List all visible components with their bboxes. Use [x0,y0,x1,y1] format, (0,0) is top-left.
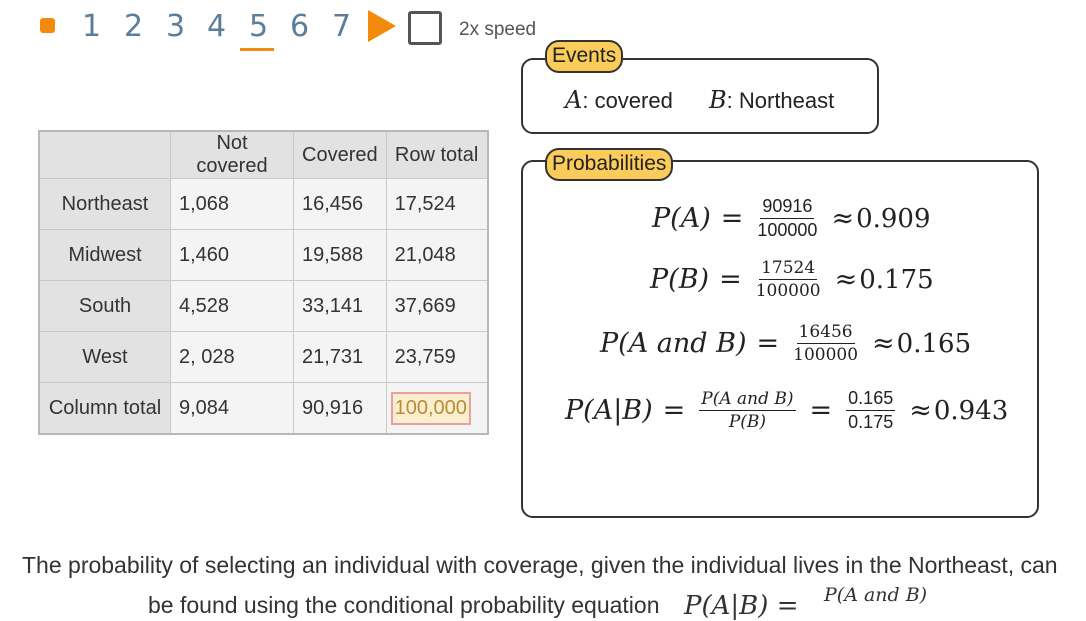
pa-fraction: 90916 100000 [757,196,817,241]
equals-sign: = [662,395,686,426]
table-cell: 90,916 [293,382,387,435]
pab-fraction: 16456 100000 [793,322,858,365]
column-header: Covered [293,130,387,179]
table-header-row: Not covered Covered Row total [38,130,489,179]
pa-denominator: 100000 [757,220,818,240]
pagb-lhs: P(A|B) [565,395,653,426]
table-row: West 2, 028 21,731 23,759 [38,331,489,383]
pab-lhs: P(A and B) [600,328,747,359]
probabilities-badge: Probabilities [545,148,674,181]
contingency-table: Not covered Covered Row total Northeast … [38,130,489,435]
stop-icon[interactable] [40,18,55,33]
table-cell: 33,141 [293,280,387,332]
pab-value: 0.165 [896,328,972,359]
step-navigation: 1 2 3 4 5 6 7 2x speed [0,0,560,56]
event-b: B: Northeast [709,86,834,114]
step-3[interactable]: 3 [166,8,185,46]
equation-pagb: P(A|B) = P(A and B) P(B) = 0.165 0.175 ≈… [565,388,1008,433]
table-cell: 37,669 [385,280,489,332]
pagb-value: 0.943 [933,395,1009,426]
explanation-line-1: The probability of selecting an individu… [22,552,1058,578]
pab-numerator: 16456 [796,322,855,344]
equation-pab: P(A and B) = 16456 100000 ≈ 0.165 [600,322,971,365]
table-row: Column total 9,084 90,916 100,000 [38,382,489,435]
equation-pa: P(A) = 90916 100000 ≈ 0.909 [652,196,931,241]
table-cell: 9,084 [170,382,294,435]
step-1[interactable]: 1 [82,8,101,46]
pa-value: 0.909 [856,203,931,234]
pa-numerator: 90916 [760,196,815,219]
table-cell: 23,759 [385,331,489,383]
table-cell: 1,068 [170,178,294,230]
explanation-line-2: be found using the conditional probabili… [148,592,660,618]
table-row: Midwest 1,460 19,588 21,048 [38,229,489,281]
event-a: A: covered [565,86,673,114]
equals-sign: = [720,203,744,234]
pagb-fraction-symbolic: P(A and B) P(B) [699,389,796,432]
pagb-fraction-numeric: 0.165 0.175 [846,388,896,433]
equals-sign: = [756,328,780,359]
row-header: Column total [38,382,171,435]
row-header: West [38,331,171,383]
table-corner [38,130,171,179]
step-5[interactable]: 5 [249,8,268,46]
play-icon[interactable] [368,10,396,42]
event-b-label: : Northeast [726,88,835,113]
events-badge: Events [545,40,624,73]
table-cell-highlighted: 100,000 [385,382,489,435]
approx-sign: ≈ [872,328,895,359]
event-b-var: B [709,86,727,114]
table-cell: 21,731 [293,331,387,383]
speed-checkbox[interactable] [408,11,442,45]
column-header: Row total [385,130,489,179]
pagb-numerator-symbolic: P(A and B) [699,389,796,411]
active-step-indicator [240,48,274,51]
equals-sign: = [719,264,742,295]
pb-denominator: 100000 [755,281,821,301]
approx-sign: ≈ [834,264,858,295]
pb-numerator: 17524 [759,258,818,280]
table-cell: 17,524 [385,178,489,230]
table-cell: 21,048 [385,229,489,281]
equation-pb: P(B) = 17524 100000 ≈ 0.175 [650,258,934,301]
pb-value: 0.175 [859,264,934,295]
pa-lhs: P(A) [652,203,711,234]
pab-denominator: 100000 [793,345,859,365]
column-header: Not covered [170,130,294,179]
table-cell: 4,528 [170,280,294,332]
row-header: South [38,280,171,332]
table-row: South 4,528 33,141 37,669 [38,280,489,332]
event-a-var: A [565,86,583,114]
step-2[interactable]: 2 [124,8,143,46]
pb-fraction: 17524 100000 [756,258,821,301]
row-header: Midwest [38,229,171,281]
step-7[interactable]: 7 [332,8,351,46]
pagb-denominator-symbolic: P(B) [728,412,767,432]
row-header: Northeast [38,178,171,230]
equals-sign: = [809,395,833,426]
pagb-denominator-numeric: 0.175 [848,412,894,432]
step-6[interactable]: 6 [290,8,309,46]
event-a-label: : covered [582,88,673,113]
approx-sign: ≈ [909,395,932,426]
explanation-fraction-numerator: P(A and B) [824,584,928,606]
table-cell: 19,588 [293,229,387,281]
grand-total-highlight: 100,000 [390,391,471,425]
explanation-equation: P(A|B) = [684,591,799,621]
pb-lhs: P(B) [650,264,710,295]
pagb-numerator-numeric: 0.165 [846,388,896,411]
speed-label: 2x speed [459,19,537,40]
step-4[interactable]: 4 [207,8,226,46]
approx-sign: ≈ [831,203,855,234]
table-row: Northeast 1,068 16,456 17,524 [38,178,489,230]
table-cell: 1,460 [170,229,294,281]
table-cell: 2, 028 [170,331,294,383]
table-cell: 16,456 [293,178,387,230]
